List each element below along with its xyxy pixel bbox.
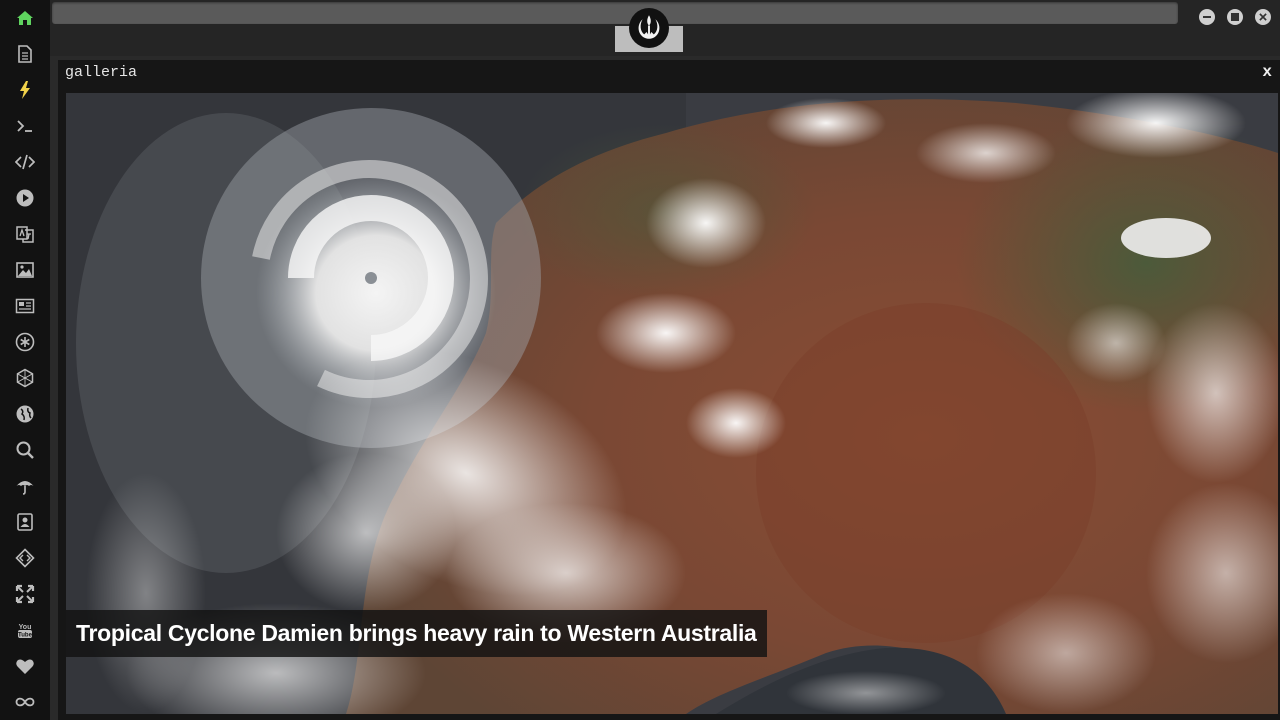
newspaper-icon[interactable] — [13, 294, 37, 318]
play-icon[interactable] — [13, 186, 37, 210]
heart-icon[interactable] — [13, 654, 37, 678]
umbrella-icon[interactable] — [13, 474, 37, 498]
code-icon[interactable] — [13, 150, 37, 174]
search-icon[interactable] — [13, 438, 37, 462]
image-icon[interactable] — [13, 258, 37, 282]
home-icon[interactable] — [13, 6, 37, 30]
asterisk-icon[interactable] — [13, 330, 37, 354]
youtube-icon[interactable]: You Tube — [13, 618, 37, 642]
gallery-caption: Tropical Cyclone Damien brings heavy rai… — [66, 610, 767, 657]
sidebar: You Tube — [0, 0, 50, 720]
hexagon-icon[interactable] — [13, 366, 37, 390]
diamond-code-icon[interactable] — [13, 546, 37, 570]
panel-title: galleria — [65, 64, 138, 81]
close-icon[interactable] — [1255, 9, 1271, 25]
lightning-icon[interactable] — [13, 78, 37, 102]
address-bar[interactable] — [52, 2, 1178, 24]
document-icon[interactable] — [13, 42, 37, 66]
panel-close-button[interactable]: x — [1262, 63, 1272, 81]
minimize-icon[interactable] — [1199, 9, 1215, 25]
globe-icon[interactable] — [13, 402, 37, 426]
svg-text:You: You — [19, 624, 32, 631]
maximize-icon[interactable] — [1227, 9, 1243, 25]
translate-icon[interactable] — [13, 222, 37, 246]
terminal-icon[interactable] — [13, 114, 37, 138]
infinity-icon[interactable] — [13, 690, 37, 714]
rebel-alliance-icon[interactable] — [629, 8, 669, 48]
expand-icon[interactable] — [13, 582, 37, 606]
svg-text:Tube: Tube — [18, 633, 33, 639]
contact-icon[interactable] — [13, 510, 37, 534]
